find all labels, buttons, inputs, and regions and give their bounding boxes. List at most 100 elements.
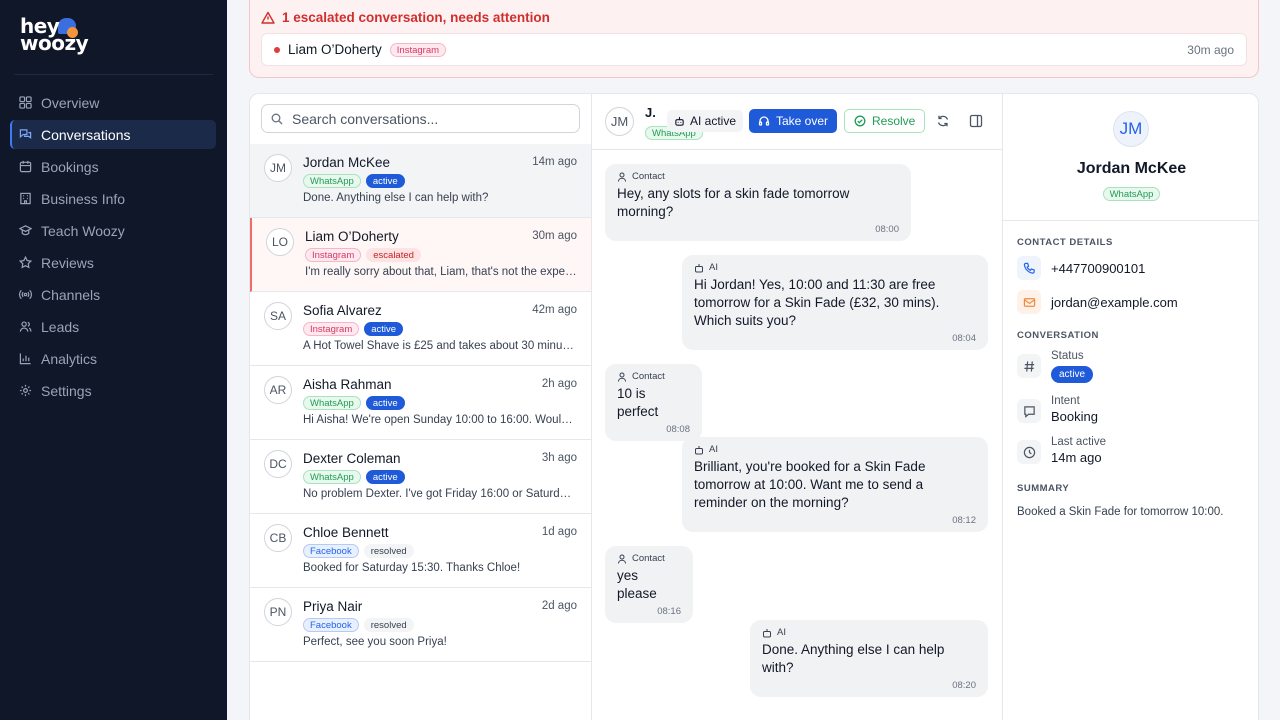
logo-line-2: woozy	[20, 31, 89, 55]
robot-icon	[695, 263, 703, 272]
conversation-time: 3h ago	[541, 452, 577, 464]
sidebar-item-settings[interactable]: Settings	[10, 376, 216, 405]
message-contact: Contact Hey, any slots for a skin fade t…	[605, 164, 911, 241]
channel-badge: WhatsApp	[1102, 186, 1161, 201]
conversation-heading: CONVERSATION	[1017, 330, 1099, 341]
conversation-list-panel: JM Jordan McKee 14m ago WhatsApp active …	[250, 94, 592, 720]
conversation-item-aisha-rahman[interactable]: AR Aisha Rahman 2h ago WhatsApp active H…	[250, 366, 591, 440]
status-badge: active	[365, 396, 405, 410]
conversation-time: 2d ago	[541, 600, 577, 612]
escalated-contact-name: Liam O’Doherty	[288, 42, 382, 57]
inbox-panel: JM Jordan McKee 14m ago WhatsApp active …	[249, 93, 1259, 720]
avatar: JM	[264, 154, 292, 182]
contact-name: Liam O’Doherty	[305, 229, 399, 244]
phone-row[interactable]: +447700900101	[1017, 256, 1145, 280]
search-box[interactable]	[261, 104, 580, 133]
graduation-cap-icon	[19, 224, 32, 237]
clock-icon	[1023, 446, 1035, 458]
conversation-item-chloe-bennett[interactable]: CB Chloe Bennett 1d ago Facebook resolve…	[250, 514, 591, 588]
hash-icon	[1023, 360, 1034, 372]
star-icon	[19, 256, 32, 269]
search-icon	[271, 113, 283, 124]
refresh-icon	[937, 115, 949, 127]
contact-name: Jordan McKee	[303, 155, 391, 170]
sidebar-item-label: Leads	[41, 318, 80, 335]
message-role: Contact	[632, 553, 665, 564]
message-text: Hi Jordan! Yes, 10:00 and 11:30 are free…	[694, 277, 940, 328]
message-preview: Done. Anything else I can help with?	[303, 192, 489, 204]
robot-icon	[695, 445, 703, 454]
conversation-item-jordan-mckee[interactable]: JM Jordan McKee 14m ago WhatsApp active …	[250, 144, 591, 218]
email-address: jordan@example.com	[1051, 294, 1178, 310]
take-over-button[interactable]: Take over	[749, 109, 838, 133]
message-contact: Contact 10 is perfect 08:08	[605, 364, 702, 441]
sidebar-item-channels[interactable]: Channels	[10, 280, 216, 309]
email-row[interactable]: jordan@example.com	[1017, 290, 1178, 314]
sidebar-item-overview[interactable]: Overview	[10, 88, 216, 117]
message-ai: AI Hi Jordan! Yes, 10:00 and 11:30 are f…	[682, 255, 988, 350]
message-preview: Booked for Saturday 15:30. Thanks Chloe!	[303, 562, 521, 574]
channel-badge: Instagram	[303, 322, 360, 336]
message-role: AI	[709, 262, 718, 273]
channel-badge: Instagram	[389, 42, 447, 57]
resolve-button[interactable]: Resolve	[844, 109, 926, 133]
grid-icon	[19, 96, 32, 109]
sidebar-item-label: Business Info	[41, 190, 126, 207]
robot-icon	[675, 116, 684, 126]
take-over-label: Take over	[776, 114, 829, 128]
conversation-item-liam-odoherty[interactable]: LO Liam O’Doherty 30m ago Instagram esca…	[250, 218, 591, 292]
message-preview: Perfect, see you soon Priya!	[303, 636, 447, 648]
refresh-button[interactable]	[935, 113, 951, 129]
channel-badge: Facebook	[303, 544, 359, 558]
escalated-conversation-row[interactable]: Liam O’Doherty Instagram 30m ago	[261, 33, 1247, 66]
sidebar-item-conversations[interactable]: Conversations	[10, 120, 216, 149]
gear-icon	[19, 384, 32, 397]
mail-icon	[1023, 297, 1035, 307]
users-icon	[19, 320, 32, 333]
sidebar-item-teach-woozy[interactable]: Teach Woozy	[10, 216, 216, 245]
ai-active-label: AI active	[690, 114, 737, 128]
sidebar-item-label: Overview	[41, 94, 100, 111]
channel-badge: Instagram	[305, 248, 362, 262]
conversation-time: 2h ago	[541, 378, 577, 390]
conversation-summary: Booked a Skin Fade for tomorrow 10:00.	[1017, 506, 1224, 518]
message-role: Contact	[632, 171, 665, 182]
sidebar-divider	[14, 74, 213, 75]
sidebar-item-reviews[interactable]: Reviews	[10, 248, 216, 277]
user-icon	[618, 554, 626, 564]
channel-badge: WhatsApp	[303, 174, 361, 188]
sidebar-item-label: Settings	[41, 382, 92, 399]
status-badge: resolved	[363, 618, 414, 632]
sidebar-item-leads[interactable]: Leads	[10, 312, 216, 341]
message-time: 08:20	[952, 680, 976, 691]
status-badge: active	[365, 470, 405, 484]
toggle-details-button[interactable]	[968, 113, 984, 129]
contact-name: Sofia Alvarez	[303, 303, 382, 318]
sidebar-item-label: Bookings	[41, 158, 99, 175]
avatar: AR	[264, 376, 292, 404]
sidebar-item-analytics[interactable]: Analytics	[10, 344, 216, 373]
user-icon	[618, 172, 626, 182]
sidebar-item-bookings[interactable]: Bookings	[10, 152, 216, 181]
search-input[interactable]	[292, 110, 562, 127]
message-time: 08:08	[666, 424, 690, 435]
conversation-item-sofia-alvarez[interactable]: SA Sofia Alvarez 42m ago Instagram activ…	[250, 292, 591, 366]
conversation-item-dexter-coleman[interactable]: DC Dexter Coleman 3h ago WhatsApp active…	[250, 440, 591, 514]
avatar: SA	[264, 302, 292, 330]
avatar: DC	[264, 450, 292, 478]
message-square-icon	[1023, 405, 1035, 418]
sidebar-item-label: Channels	[41, 286, 101, 303]
status-row: Status active	[1017, 350, 1094, 384]
contact-details-heading: CONTACT DETAILS	[1017, 237, 1113, 248]
message-time: 08:12	[952, 515, 976, 526]
brand-logo[interactable]: hey woozy	[20, 16, 89, 58]
sidebar-item-label: Reviews	[41, 254, 94, 271]
message-preview: I'm really sorry about that, Liam, that'…	[305, 266, 577, 278]
conversation-item-priya-nair[interactable]: PN Priya Nair 2d ago Facebook resolved P…	[250, 588, 591, 662]
sidebar-panel-icon	[969, 114, 983, 128]
avatar: JM	[605, 107, 634, 136]
sidebar-nav: Overview Conversations Bookings Business…	[10, 88, 216, 408]
sidebar-item-business-info[interactable]: Business Info	[10, 184, 216, 213]
avatar: LO	[266, 228, 294, 256]
calendar-icon	[19, 160, 32, 173]
